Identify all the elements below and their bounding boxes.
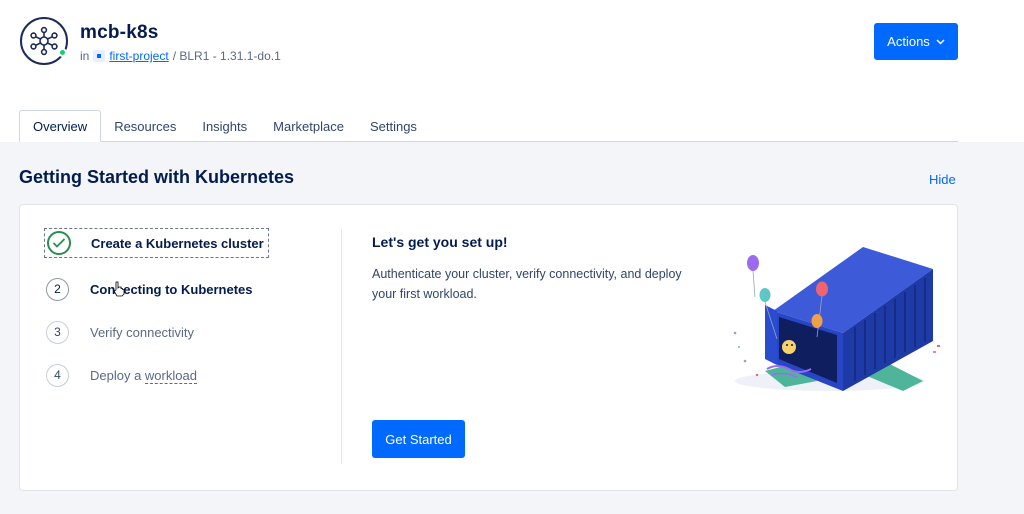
hand-cursor-icon bbox=[113, 281, 125, 297]
hide-link[interactable]: Hide bbox=[929, 172, 956, 187]
getting-started-title: Getting Started with Kubernetes bbox=[19, 167, 295, 187]
step-deploy[interactable]: 4 Deploy a workload bbox=[46, 360, 197, 390]
checkmark-icon bbox=[47, 231, 71, 255]
step-number: 2 bbox=[46, 277, 69, 301]
project-icon bbox=[93, 50, 106, 62]
tab-resources[interactable]: Resources bbox=[101, 110, 189, 142]
setup-description: Authenticate your cluster, verify connec… bbox=[372, 267, 682, 301]
step-label: Verify connectivity bbox=[90, 324, 195, 340]
step-label-prefix: Deploy a bbox=[90, 367, 145, 383]
step-create-cluster[interactable]: Create a Kubernetes cluster bbox=[44, 228, 269, 258]
region-version: / BLR1 - 1.31.1-do.1 bbox=[172, 49, 281, 63]
tab-insights[interactable]: Insights bbox=[189, 110, 260, 142]
actions-button[interactable]: Actions bbox=[874, 23, 958, 60]
network-hub-icon bbox=[30, 26, 58, 56]
workload-term[interactable]: workload bbox=[144, 367, 197, 384]
kubernetes-cluster-icon bbox=[20, 17, 68, 65]
step-label: Deploy a workload bbox=[90, 367, 197, 384]
step-label: Create a Kubernetes cluster bbox=[91, 235, 264, 251]
tab-bar: Overview Resources Insights Marketplace … bbox=[19, 110, 958, 142]
setup-title: Let's get you set up! bbox=[372, 234, 508, 250]
cluster-title: mcb-k8s bbox=[80, 22, 159, 43]
step-number: 4 bbox=[46, 363, 69, 387]
cluster-subline: in first-project / BLR1 - 1.31.1-do.1 bbox=[80, 49, 281, 63]
tab-settings[interactable]: Settings bbox=[357, 110, 430, 142]
in-label: in bbox=[80, 49, 90, 63]
status-online-dot bbox=[58, 48, 67, 57]
step-number: 3 bbox=[46, 320, 69, 344]
tab-overview[interactable]: Overview bbox=[19, 110, 102, 142]
tab-marketplace[interactable]: Marketplace bbox=[260, 110, 357, 142]
getting-started-card: Create a Kubernetes cluster 2 Connecting… bbox=[19, 204, 958, 491]
cluster-header: mcb-k8s in first-project / BLR1 - 1.31.1… bbox=[0, 0, 1024, 142]
container-balloons-illustration bbox=[733, 247, 940, 391]
step-verify[interactable]: 3 Verify connectivity bbox=[46, 317, 194, 347]
project-link[interactable]: first-project bbox=[109, 49, 168, 63]
get-started-button[interactable]: Get Started bbox=[372, 420, 465, 458]
vertical-divider bbox=[341, 229, 342, 464]
step-connecting[interactable]: 2 Connecting to Kubernetes bbox=[46, 274, 253, 304]
main-content: Getting Started with Kubernetes Hide Cre… bbox=[0, 142, 1024, 514]
chevron-down-icon bbox=[936, 37, 945, 47]
actions-label: Actions bbox=[887, 34, 930, 49]
